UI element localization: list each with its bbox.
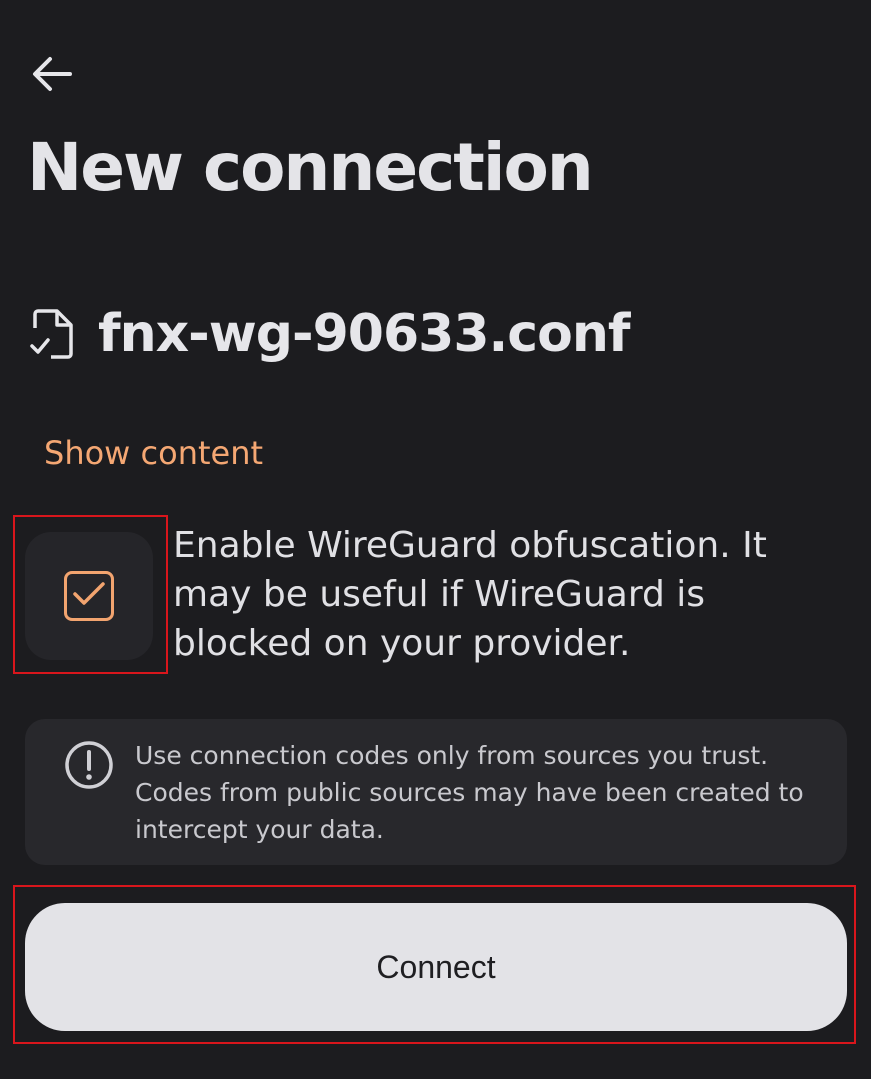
file-row: fnx-wg-90633.conf [28, 302, 630, 366]
checkmark-icon [72, 580, 106, 612]
connect-button[interactable]: Connect [25, 903, 847, 1031]
obfuscation-option: Enable WireGuard obfuscation. It may be … [13, 515, 833, 675]
checkbox-box [64, 571, 114, 621]
exclamation-circle-icon [63, 739, 115, 791]
obfuscation-checkbox[interactable] [25, 532, 153, 660]
back-button[interactable] [24, 50, 80, 102]
warning-text: Use connection codes only from sources y… [135, 741, 804, 844]
show-content-link[interactable]: Show content [44, 434, 263, 472]
arrow-left-icon [32, 56, 72, 96]
page-title: New connection [27, 129, 594, 206]
file-name: fnx-wg-90633.conf [98, 304, 630, 364]
file-check-icon [28, 307, 76, 361]
warning-card: Use connection codes only from sources y… [25, 719, 847, 865]
obfuscation-label: Enable WireGuard obfuscation. It may be … [173, 525, 767, 664]
